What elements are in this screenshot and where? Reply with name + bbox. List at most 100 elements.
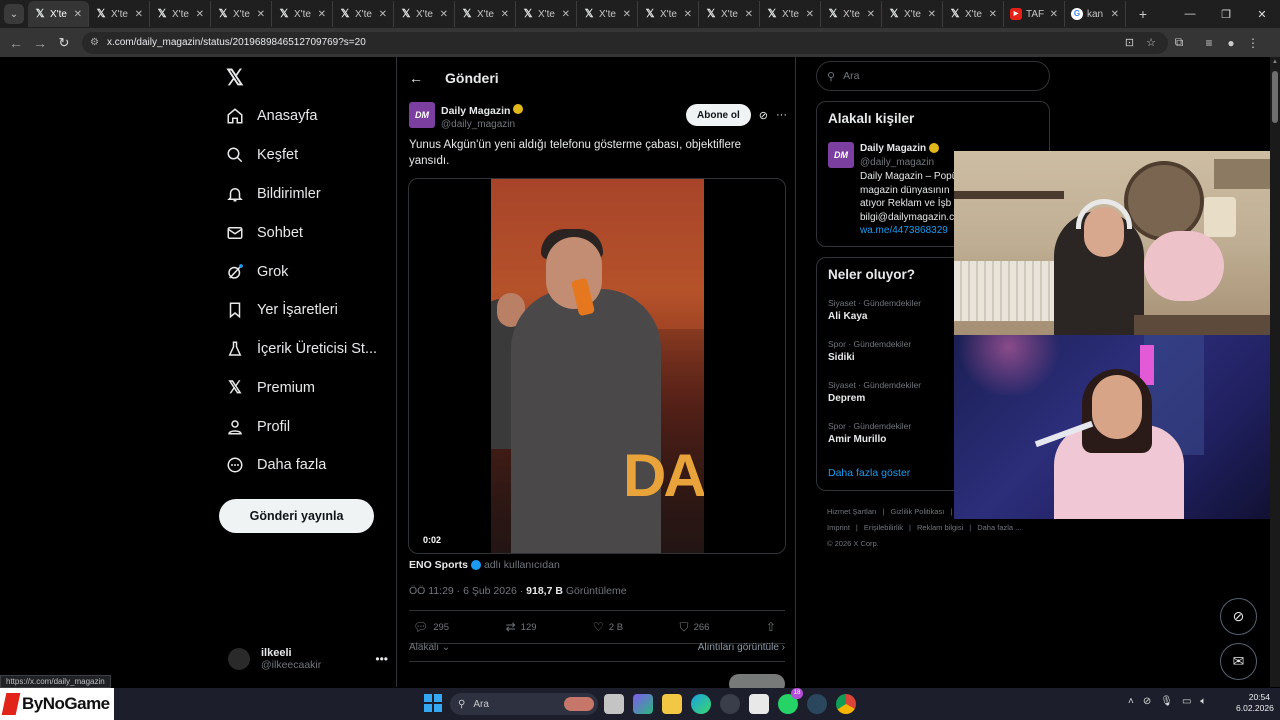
nav-explore[interactable]: Keşfet [226,140,298,170]
chrome-icon[interactable] [836,694,856,714]
related-person-name[interactable]: Daily Magazin [860,143,926,154]
back-icon[interactable]: ← [4,35,28,51]
browser-tab[interactable]: 𝕏 X'te ✕ [28,1,89,27]
tab-close-icon[interactable]: ✕ [379,9,387,20]
share-button[interactable]: ⇧ [766,620,781,634]
browser-tab[interactable]: 𝕏 X'te ✕ [211,1,272,27]
tab-close-icon[interactable]: ✕ [928,9,936,20]
browser-tab[interactable]: Gkan ✕ [1065,1,1126,27]
tab-close-icon[interactable]: ✕ [1050,9,1058,20]
taskbar-search[interactable]: ⚲ Ara [450,693,598,715]
whatsapp-icon[interactable]: 18 [778,688,803,714]
tab-close-icon[interactable]: ✕ [867,9,875,20]
extensions-icon[interactable]: ⧉ [1168,35,1190,50]
tab-close-icon[interactable]: ✕ [501,9,509,20]
bookmark-button[interactable]: ⛉ 266 [680,620,710,635]
tab-close-icon[interactable]: ✕ [684,9,692,20]
reply-composer[interactable] [409,661,785,694]
post-timestamp[interactable]: ÖÖ 11:29 · 6 Şub 2026 · [409,585,526,597]
footer-link[interactable]: Reklam bilgisi [917,523,963,532]
browser-tab[interactable]: 𝕏 X'te ✕ [699,1,760,27]
source-name[interactable]: ENO Sports [409,559,468,571]
browser-tab[interactable]: 𝕏 X'te ✕ [150,1,211,27]
scroll-up-icon[interactable]: ▲ [1272,59,1278,65]
x-logo-icon[interactable]: 𝕏 [226,65,244,91]
menu-kebab-icon[interactable]: ⋮ [1242,36,1264,50]
footer-link[interactable]: Hizmet Şartları [827,507,877,516]
author-handle[interactable]: @daily_magazin [441,119,523,130]
steam-icon[interactable] [807,694,827,714]
tab-close-icon[interactable]: ✕ [745,9,753,20]
tab-close-icon[interactable]: ✕ [440,9,448,20]
restore-icon[interactable]: ❐ [1208,0,1244,28]
nav-bookmarks[interactable]: Yer İşaretleri [226,295,338,325]
settings-gear-icon[interactable] [720,694,740,714]
view-quotes-link[interactable]: Alıntıları görüntüle › [698,642,785,660]
tab-close-icon[interactable]: ✕ [196,9,204,20]
browser-tab[interactable]: 𝕏 X'te ✕ [821,1,882,27]
tab-close-icon[interactable]: ✕ [74,9,82,20]
chevron-up-icon[interactable]: ˄ [1128,696,1134,707]
file-explorer-icon[interactable] [662,694,682,714]
browser-tab[interactable]: 𝕏 X'te ✕ [882,1,943,27]
nav-creator-studio[interactable]: İçerik Üreticisi St... [226,334,377,364]
browser-tab[interactable]: 𝕏 X'te ✕ [272,1,333,27]
profile-avatar-icon[interactable]: ● [1220,36,1242,50]
grok-icon[interactable]: ⊘ [759,109,768,122]
footer-link[interactable]: Erişilebilirlik [864,523,903,532]
more-dots-icon[interactable]: ··· [776,109,787,121]
close-window-icon[interactable]: ✕ [1244,0,1280,28]
footer-link[interactable]: Gizlilik Politikası [891,507,945,516]
subscribe-button[interactable]: Abone ol [686,104,751,126]
author-avatar[interactable]: DM [409,102,435,128]
tab-close-icon[interactable]: ✕ [623,9,631,20]
tab-close-icon[interactable]: ✕ [1111,9,1119,20]
footer-link[interactable]: Imprint [827,523,850,532]
grok-fab-button[interactable]: ⊘ [1220,598,1257,635]
repost-button[interactable]: ⇄ 129 [506,620,537,634]
related-person-avatar[interactable]: DM [828,142,854,168]
install-app-icon[interactable]: ⊡ [1125,36,1134,49]
copilot-icon[interactable] [633,694,653,714]
browser-tab[interactable]: 𝕏 X'te ✕ [455,1,516,27]
author-name[interactable]: Daily Magazin [441,105,510,117]
browser-tab[interactable]: 𝕏 X'te ✕ [89,1,150,27]
page-scrollbar[interactable]: ▲ [1270,57,1280,687]
nav-grok[interactable]: Grok [226,257,288,287]
video-frame[interactable]: DAI [491,179,704,553]
related-dropdown[interactable]: Alakalı ⌄ [409,642,450,660]
footer-link[interactable]: Daha fazla ... [977,523,1021,532]
tab-close-icon[interactable]: ✕ [806,9,814,20]
address-bar[interactable]: ⚙ x.com/daily_magazin/status/20196898465… [82,31,1168,54]
minimize-icon[interactable]: — [1172,0,1208,28]
scrollbar-thumb[interactable] [1272,71,1278,123]
browser-tab[interactable]: 𝕏 X'te ✕ [516,1,577,27]
browser-tab[interactable]: 𝕏 X'te ✕ [638,1,699,27]
microphone-icon[interactable]: 🎙︎ [1160,696,1173,707]
tab-search-button[interactable]: ⌄ [4,4,24,24]
browser-tab[interactable]: 𝕏 X'te ✕ [333,1,394,27]
browser-tab[interactable]: ▶ TAF ✕ [1004,1,1065,27]
new-tab-button[interactable]: + [1132,6,1154,22]
network-off-icon[interactable]: ⊘ [1143,696,1151,707]
reply-button[interactable]: 💬︎ 295 [413,620,449,634]
display-icon[interactable]: ▭ [1182,696,1191,707]
edge-icon[interactable] [691,694,711,714]
nav-chat[interactable]: Sohbet [226,218,303,248]
nav-profile[interactable]: Profil [226,412,290,442]
more-dots-icon[interactable]: ••• [375,652,388,666]
forward-icon[interactable]: → [28,35,52,51]
store-icon[interactable] [749,694,769,714]
search-input[interactable]: ⚲ Ara [816,61,1050,91]
bookmark-star-icon[interactable]: ☆ [1146,36,1156,49]
back-arrow-icon[interactable]: ← [409,70,445,86]
tab-close-icon[interactable]: ✕ [135,9,143,20]
browser-tab[interactable]: 𝕏 X'te ✕ [577,1,638,27]
start-button[interactable] [424,694,442,712]
tab-close-icon[interactable]: ✕ [989,9,997,20]
tab-close-icon[interactable]: ✕ [562,9,570,20]
browser-tab[interactable]: 𝕏 X'te ✕ [760,1,821,27]
nav-more[interactable]: Daha fazla [226,450,326,480]
tab-close-icon[interactable]: ✕ [318,9,326,20]
account-switcher[interactable]: ilkeeli @ilkeecaakir ••• [228,642,388,676]
